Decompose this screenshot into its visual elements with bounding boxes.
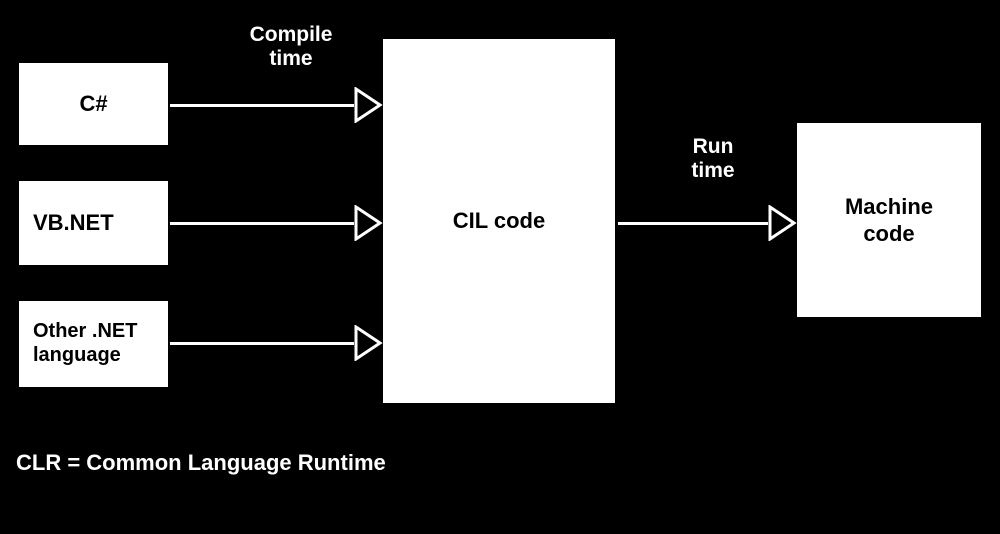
arrow-csharp-to-cil-line [170,104,354,107]
label-compiletime: Compile time [236,23,346,71]
box-csharp: C# [16,60,171,148]
box-machine: Machine code [794,120,984,320]
arrow-othernet-to-cil-head [354,325,384,361]
label-runtime: Run time [668,135,758,183]
arrow-vbnet-to-cil-head [354,205,384,241]
othernet-label: Other .NET language [33,320,137,367]
csharp-label: C# [79,91,107,117]
machine-label: Machine code [845,193,933,248]
arrow-othernet-to-cil-line [170,342,354,345]
box-othernet: Other .NET language [16,298,171,390]
arrow-vbnet-to-cil-line [170,222,354,225]
arrow-cil-to-machine-head [768,205,798,241]
vbnet-label: VB.NET [33,210,114,236]
label-clr: CLR = Common Language Runtime [16,450,386,475]
arrow-csharp-to-cil-head [354,87,384,123]
box-vbnet: VB.NET [16,178,171,268]
cil-label: CIL code [453,208,546,234]
box-cil: CIL code [380,36,618,406]
arrow-cil-to-machine-line [618,222,768,225]
